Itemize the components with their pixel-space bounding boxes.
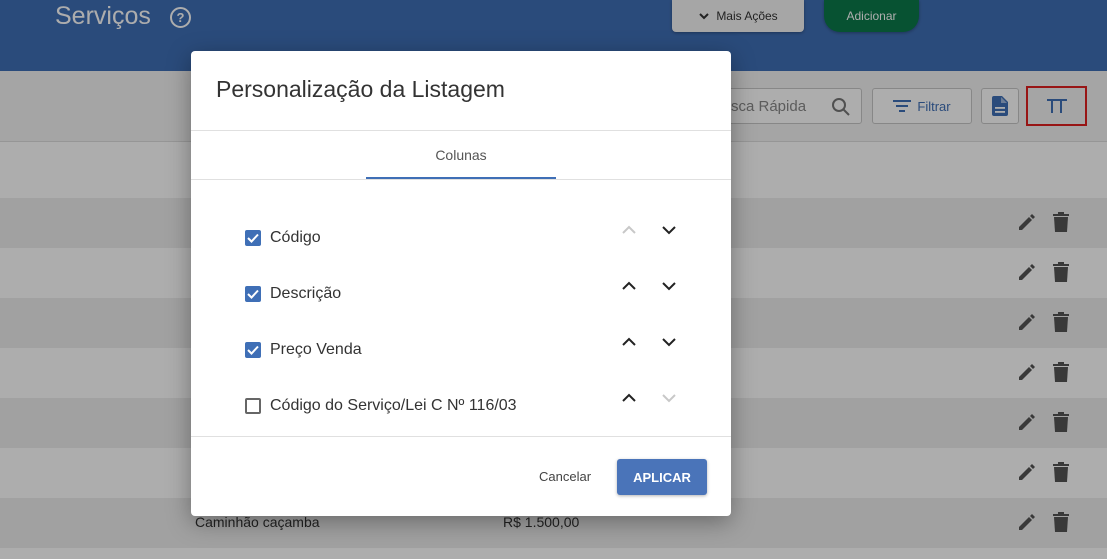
move-up-chevron-icon[interactable] (621, 334, 637, 350)
column-order-controls (621, 334, 677, 350)
move-down-chevron-icon[interactable] (661, 334, 677, 350)
column-checkbox[interactable] (245, 230, 261, 246)
column-checkbox[interactable] (245, 398, 261, 414)
column-item: Código do Serviço/Lei C Nº 116/03 (245, 394, 517, 418)
move-up-chevron-icon[interactable] (621, 390, 637, 406)
column-order-controls (621, 278, 677, 294)
list-customization-dialog: Personalização da Listagem Colunas Códig… (191, 51, 731, 516)
column-item: Código (245, 226, 321, 250)
tab-divider (191, 179, 731, 180)
column-checkbox[interactable] (245, 342, 261, 358)
column-order-controls (621, 222, 677, 238)
move-down-chevron-icon (661, 390, 677, 406)
column-checkbox[interactable] (245, 286, 261, 302)
column-order-controls (621, 390, 677, 406)
cancel-button[interactable]: Cancelar (539, 469, 591, 484)
dialog-title: Personalização da Listagem (216, 76, 505, 102)
move-down-chevron-icon[interactable] (661, 222, 677, 238)
column-item: Descrição (245, 282, 341, 306)
footer-divider (191, 436, 731, 437)
column-item: Preço Venda (245, 338, 362, 362)
move-down-chevron-icon[interactable] (661, 278, 677, 294)
column-label[interactable]: Código do Serviço/Lei C Nº 116/03 (270, 397, 517, 415)
column-label[interactable]: Descrição (270, 285, 341, 303)
apply-button[interactable]: APLICAR (617, 459, 707, 495)
apply-button-label: APLICAR (633, 469, 691, 485)
move-up-chevron-icon (621, 222, 637, 238)
tab-columns[interactable]: Colunas (366, 131, 556, 179)
column-label[interactable]: Código (270, 229, 321, 247)
column-label[interactable]: Preço Venda (270, 341, 362, 359)
move-up-chevron-icon[interactable] (621, 278, 637, 294)
